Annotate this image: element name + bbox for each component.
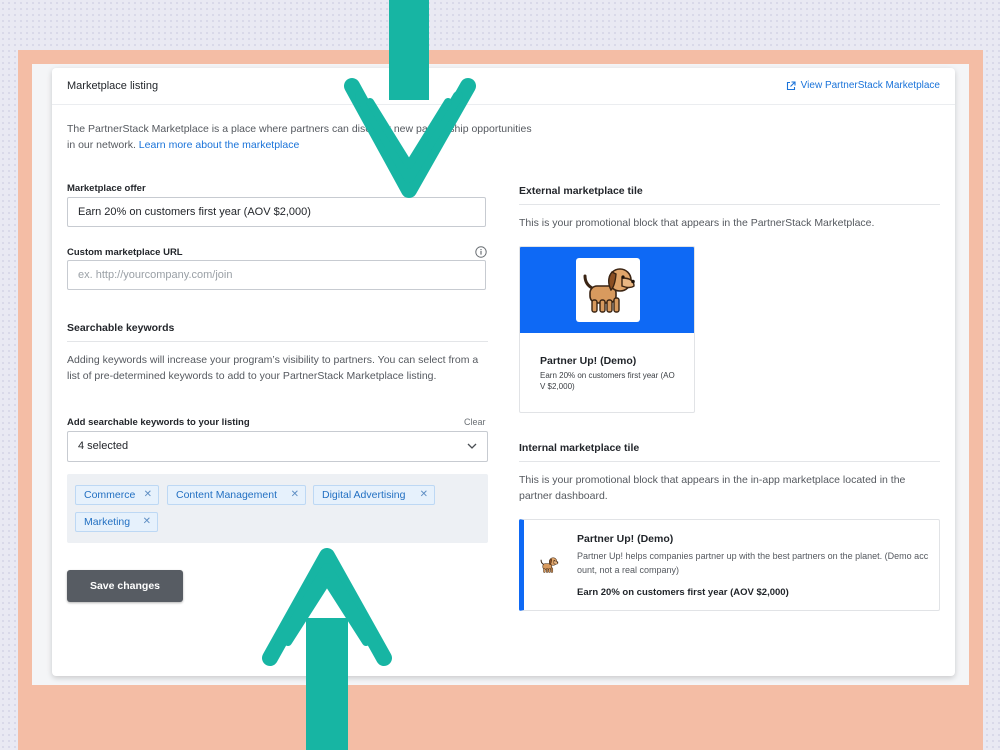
custom-url-input[interactable] xyxy=(67,260,486,290)
close-icon[interactable]: ✕ xyxy=(291,486,299,504)
marketplace-offer-input[interactable] xyxy=(67,197,486,227)
keywords-select[interactable]: 4 selected xyxy=(67,431,488,462)
dog-logo-icon xyxy=(540,557,559,573)
close-icon[interactable]: ✕ xyxy=(143,513,151,531)
learn-more-link[interactable]: Learn more about the marketplace xyxy=(139,139,300,151)
close-icon[interactable]: ✕ xyxy=(144,486,152,504)
external-tile-description: This is your promotional block that appe… xyxy=(519,217,875,229)
view-marketplace-link[interactable]: View PartnerStack Marketplace xyxy=(786,80,940,91)
card-header: Marketplace listing View PartnerStack Ma… xyxy=(52,68,955,105)
url-label: Custom marketplace URL xyxy=(67,247,183,258)
internal-tile-description: This is your promotional block that appe… xyxy=(519,474,906,502)
external-link-icon xyxy=(786,80,796,90)
marketplace-listing-card: Marketplace listing View PartnerStack Ma… xyxy=(52,68,955,676)
intro-text: The PartnerStack Marketplace is a place … xyxy=(67,121,537,153)
external-tile-divider xyxy=(519,204,940,205)
keyword-chip: Content Management ✕ xyxy=(167,485,306,505)
internal-marketplace-tile[interactable]: Partner Up! (Demo) Partner Up! helps com… xyxy=(519,519,940,611)
external-marketplace-tile[interactable]: Partner Up! (Demo) Earn 20% on customers… xyxy=(519,246,695,413)
external-tile-heading: External marketplace tile xyxy=(519,185,643,197)
tile-company-name: Partner Up! (Demo) xyxy=(540,355,637,367)
keyword-chip: Commerce ✕ xyxy=(75,485,159,505)
company-logo xyxy=(576,258,640,322)
keyword-chip-label: Marketing xyxy=(84,516,131,528)
add-keywords-label: Add searchable keywords to your listing xyxy=(67,417,250,428)
tile-company-name: Partner Up! (Demo) xyxy=(577,533,674,545)
keyword-chip-label: Content Management xyxy=(176,489,277,501)
keyword-chip: Digital Advertising ✕ xyxy=(313,485,435,505)
keyword-chip-label: Commerce xyxy=(84,489,136,501)
close-icon[interactable]: ✕ xyxy=(420,486,428,504)
keywords-selected-count: 4 selected xyxy=(78,440,129,452)
intro-text-line2: in our network. xyxy=(67,139,139,151)
intro-text-start: The PartnerStack Marketplace is a place … xyxy=(67,123,332,135)
internal-tile-heading: Internal marketplace tile xyxy=(519,442,640,454)
save-changes-button[interactable]: Save changes xyxy=(67,570,183,602)
keywords-divider xyxy=(67,341,488,342)
keywords-heading: Searchable keywords xyxy=(67,322,175,334)
offer-label: Marketplace offer xyxy=(67,183,146,194)
tile-company-description: Partner Up! helps companies partner up w… xyxy=(577,551,929,575)
clear-keywords-button[interactable]: Clear xyxy=(464,417,486,427)
chevron-down-icon xyxy=(467,443,477,449)
dog-logo-icon xyxy=(583,268,635,313)
page-title: Marketplace listing xyxy=(67,80,159,92)
internal-tile-divider xyxy=(519,461,940,462)
tile-banner xyxy=(520,247,694,333)
tile-offer-text: Earn 20% on customers first year (AOV $2… xyxy=(577,587,789,598)
info-icon[interactable] xyxy=(475,246,487,258)
intro-text-obscured: can discover new partnership opportuniti… xyxy=(331,123,532,135)
selected-keywords-area: Commerce ✕ Content Management ✕ Digital … xyxy=(67,474,488,543)
keyword-chip: Marketing ✕ xyxy=(75,512,158,532)
view-marketplace-label: View PartnerStack Marketplace xyxy=(800,80,940,91)
keywords-description: Adding keywords will increase your progr… xyxy=(67,354,479,382)
tile-offer-text: Earn 20% on customers first year (AOV $2… xyxy=(540,371,675,391)
keyword-chip-label: Digital Advertising xyxy=(322,489,406,501)
